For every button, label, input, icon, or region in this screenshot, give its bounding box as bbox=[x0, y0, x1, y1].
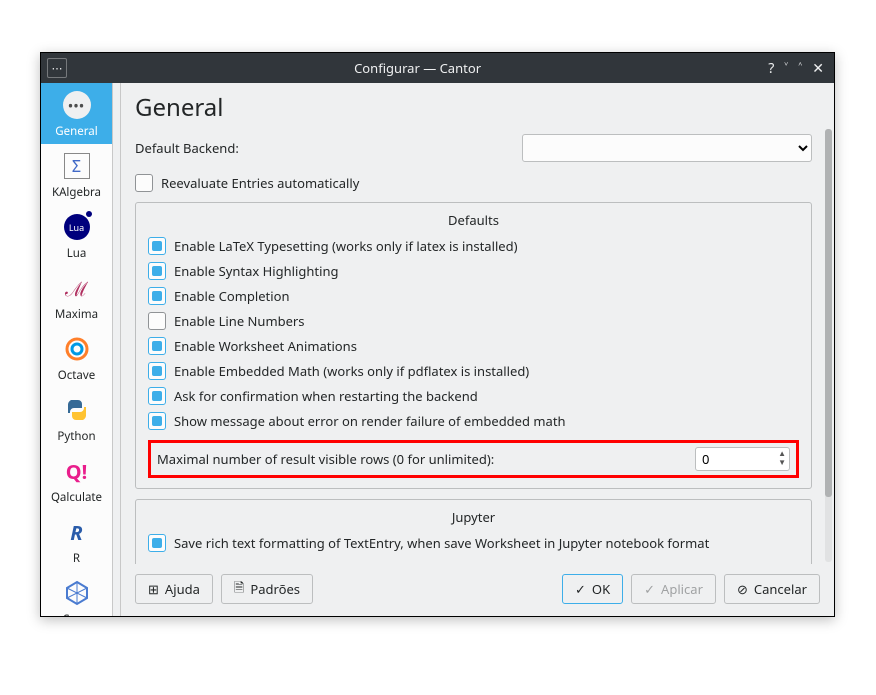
sidebar-item-label: R bbox=[73, 551, 80, 566]
checkbox-icon bbox=[148, 337, 166, 355]
checkbox-icon bbox=[135, 174, 153, 192]
checkbox-label: Ask for confirmation when restarting the… bbox=[174, 387, 478, 405]
check-icon: ✓ bbox=[644, 580, 655, 598]
ok-button[interactable]: ✓OK bbox=[562, 574, 623, 604]
max-rows-row: Maximal number of result visible rows (0… bbox=[148, 440, 799, 478]
checkbox-icon bbox=[148, 412, 166, 430]
sidebar-item-kalgebra[interactable]: Σ KAlgebra bbox=[41, 144, 112, 205]
opt-render-error[interactable]: Show message about error on render failu… bbox=[148, 410, 799, 432]
max-rows-spinbox[interactable]: ▲▼ bbox=[695, 447, 790, 471]
reevaluate-checkbox-row[interactable]: Reevaluate Entries automatically bbox=[135, 172, 812, 194]
sidebar-item-label: Qalculate bbox=[51, 490, 102, 505]
default-backend-label: Default Backend: bbox=[135, 139, 255, 157]
checkbox-icon bbox=[148, 312, 166, 330]
help-icon[interactable]: ? bbox=[768, 59, 774, 78]
document-icon: 🗎 bbox=[234, 578, 244, 601]
python-icon bbox=[61, 394, 93, 426]
check-icon: ✓ bbox=[575, 580, 586, 598]
opt-save-rich[interactable]: Save rich text formatting of TextEntry, … bbox=[148, 532, 799, 554]
help-menu-icon: ⊞ bbox=[148, 580, 159, 598]
sidebar-item-octave[interactable]: Octave bbox=[41, 327, 112, 388]
sidebar-item-label: Octave bbox=[58, 368, 95, 383]
opt-syntax[interactable]: Enable Syntax Highlighting bbox=[148, 260, 799, 282]
apply-button[interactable]: ✓Aplicar bbox=[631, 574, 716, 604]
help-button[interactable]: ⊞Ajuda bbox=[135, 574, 213, 604]
sidebar-item-label: Sage bbox=[63, 612, 89, 616]
defaults-group: Defaults Enable LaTeX Typesetting (works… bbox=[135, 202, 812, 489]
checkbox-icon bbox=[148, 287, 166, 305]
opt-embedded-math[interactable]: Enable Embedded Math (works only if pdfl… bbox=[148, 360, 799, 382]
sidebar-item-sage[interactable]: Sage bbox=[41, 571, 112, 616]
checkbox-icon bbox=[148, 387, 166, 405]
maximize-icon[interactable]: ˄ bbox=[798, 59, 802, 78]
r-icon: R bbox=[70, 519, 82, 546]
checkbox-label: Enable Syntax Highlighting bbox=[174, 262, 339, 280]
jupyter-group: Jupyter Save rich text formatting of Tex… bbox=[135, 499, 812, 564]
dialog-button-bar: ⊞Ajuda 🗎Padrões ✓OK ✓Aplicar ⊘Cancelar bbox=[135, 574, 820, 604]
cancel-icon: ⊘ bbox=[737, 580, 748, 598]
checkbox-label: Enable Completion bbox=[174, 287, 289, 305]
opt-latex[interactable]: Enable LaTeX Typesetting (works only if … bbox=[148, 235, 799, 257]
minimize-icon[interactable]: ˅ bbox=[784, 59, 788, 78]
sidebar-item-label: Python bbox=[57, 429, 95, 444]
sidebar-item-label: Lua bbox=[67, 246, 87, 261]
content-scrollbar[interactable] bbox=[825, 129, 832, 562]
settings-page: General Default Backend: Reevaluate Entr… bbox=[121, 83, 834, 616]
qalculate-icon: Q! bbox=[66, 458, 87, 485]
checkbox-label: Enable Line Numbers bbox=[174, 312, 305, 330]
sidebar-item-qalculate[interactable]: Q! Qalculate bbox=[41, 449, 112, 510]
opt-line-numbers[interactable]: Enable Line Numbers bbox=[148, 310, 799, 332]
sidebar-item-r[interactable]: R R bbox=[41, 510, 112, 571]
page-title: General bbox=[135, 91, 820, 124]
checkbox-label: Enable Embedded Math (works only if pdfl… bbox=[174, 362, 529, 380]
app-icon: ⋯ bbox=[47, 58, 67, 78]
ellipsis-icon: ••• bbox=[63, 91, 91, 119]
maxima-icon: ℳ bbox=[65, 275, 88, 302]
octave-icon bbox=[61, 333, 93, 365]
sidebar-item-label: General bbox=[55, 124, 97, 139]
settings-dialog: ⋯ Configurar — Cantor ? ˅ ˄ ✕ ••• Genera… bbox=[40, 52, 835, 617]
kalgebra-icon: Σ bbox=[64, 153, 90, 179]
lua-icon: Lua bbox=[64, 214, 90, 240]
opt-completion[interactable]: Enable Completion bbox=[148, 285, 799, 307]
sidebar-item-label: Maxima bbox=[55, 307, 98, 322]
default-backend-select[interactable] bbox=[522, 134, 812, 162]
sidebar-item-lua[interactable]: Lua Lua bbox=[41, 205, 112, 266]
sidebar-item-general[interactable]: ••• General bbox=[41, 83, 112, 144]
sidebar-item-label: KAlgebra bbox=[52, 185, 101, 200]
max-rows-label: Maximal number of result visible rows (0… bbox=[157, 450, 695, 468]
checkbox-label: Show message about error on render failu… bbox=[174, 412, 566, 430]
checkbox-icon bbox=[148, 362, 166, 380]
titlebar: ⋯ Configurar — Cantor ? ˅ ˄ ✕ bbox=[41, 53, 834, 83]
spin-down-icon[interactable]: ▼ bbox=[778, 458, 786, 467]
cancel-button[interactable]: ⊘Cancelar bbox=[724, 574, 820, 604]
max-rows-input[interactable] bbox=[696, 450, 766, 468]
checkbox-label: Reevaluate Entries automatically bbox=[161, 174, 359, 192]
checkbox-icon bbox=[148, 237, 166, 255]
sidebar-item-python[interactable]: Python bbox=[41, 388, 112, 449]
sidebar-scrollbar[interactable] bbox=[113, 83, 121, 616]
checkbox-label: Save rich text formatting of TextEntry, … bbox=[174, 534, 709, 552]
sidebar-item-maxima[interactable]: ℳ Maxima bbox=[41, 266, 112, 327]
group-title: Defaults bbox=[148, 211, 799, 229]
category-sidebar: ••• General Σ KAlgebra Lua Lua ℳ Maxima … bbox=[41, 83, 113, 616]
defaults-button[interactable]: 🗎Padrões bbox=[221, 574, 313, 604]
close-icon[interactable]: ✕ bbox=[812, 59, 824, 78]
opt-confirm-restart[interactable]: Ask for confirmation when restarting the… bbox=[148, 385, 799, 407]
checkbox-label: Enable Worksheet Animations bbox=[174, 337, 357, 355]
opt-animations[interactable]: Enable Worksheet Animations bbox=[148, 335, 799, 357]
checkbox-icon bbox=[148, 262, 166, 280]
window-title: Configurar — Cantor bbox=[67, 59, 768, 77]
sage-icon bbox=[61, 577, 93, 609]
checkbox-icon bbox=[148, 534, 166, 552]
group-title: Jupyter bbox=[148, 508, 799, 526]
checkbox-label: Enable LaTeX Typesetting (works only if … bbox=[174, 237, 518, 255]
